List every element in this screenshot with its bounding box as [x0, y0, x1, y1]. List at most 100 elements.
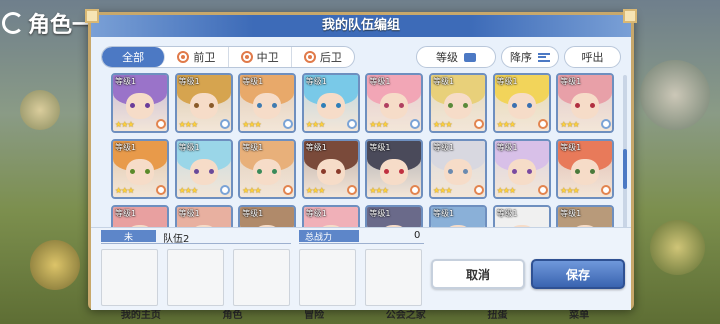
card-stars: ★★★ — [305, 120, 325, 129]
portrait-eyes — [511, 103, 532, 108]
team-slot-5[interactable] — [365, 249, 422, 306]
card-level: 等级1 — [242, 209, 264, 218]
character-card[interactable]: 等级1 ★★★ — [492, 139, 551, 199]
dialog-title: 我的队伍编组 — [91, 15, 631, 37]
portrait-eyes — [384, 103, 405, 108]
filter-toolbar: 全部 前卫 中卫 后卫 等级 降序 呼出 — [101, 46, 621, 68]
card-stars: ★★★ — [560, 120, 579, 129]
role-icon — [537, 185, 548, 195]
role-icon — [473, 185, 484, 195]
sort-field-button[interactable]: 等级 — [416, 46, 496, 68]
card-stars: ★★★ — [115, 186, 134, 195]
card-level: 等级1 — [496, 209, 518, 218]
swirl-icon — [2, 12, 24, 34]
character-card[interactable]: 等级1 ★★★ — [238, 139, 297, 199]
card-level: 等级1 — [496, 77, 518, 86]
middle-role-icon — [240, 51, 253, 63]
card-level: 等级1 — [305, 143, 327, 152]
card-level: 等级1 — [242, 77, 264, 86]
sort-field-icon — [464, 52, 476, 62]
card-stars: ★★★ — [496, 120, 516, 129]
portrait-eyes — [130, 169, 150, 174]
card-level: 等级1 — [560, 77, 582, 86]
character-card[interactable]: 等级1 ★★★ — [111, 73, 169, 133]
card-stars: ★★★ — [242, 186, 261, 195]
role-icon — [219, 119, 230, 129]
character-card[interactable]: 等级1 ★★★ — [301, 73, 360, 133]
card-level: 等级1 — [178, 209, 200, 218]
card-level: 等级1 — [178, 77, 200, 86]
sort-order-button[interactable]: 降序 — [501, 46, 559, 68]
portrait-eyes — [193, 103, 214, 108]
game-scene: 角色一览 我的主页 角色 冒险 公会之家 扭蛋 菜单 我的队伍编组 全部 前卫 … — [0, 0, 720, 324]
power-label: 总战力 — [299, 230, 359, 243]
card-level: 等级1 — [369, 77, 391, 86]
character-card[interactable]: 等级1 ★★★ — [301, 139, 360, 199]
card-stars: ★★★ — [432, 120, 452, 129]
card-stars: ★★★ — [178, 120, 198, 129]
portrait-eyes — [575, 169, 596, 174]
character-card[interactable]: 等级1 ★★★ — [556, 73, 615, 133]
character-card[interactable]: 等级1 ★★★ — [111, 139, 169, 199]
character-card[interactable]: 等级1 ★★★ — [492, 73, 551, 133]
tab-back[interactable]: 后卫 — [292, 47, 354, 67]
card-stars: ★★★ — [115, 120, 134, 129]
background-decoration — [20, 90, 60, 130]
card-stars: ★★★ — [560, 186, 579, 195]
tab-all[interactable]: 全部 — [102, 47, 166, 67]
save-button[interactable]: 保存 — [531, 259, 625, 289]
portrait-eyes — [257, 169, 278, 174]
portrait-eyes — [447, 169, 468, 174]
role-icon — [346, 185, 357, 195]
character-card[interactable]: 等级1 ★★★ — [365, 73, 424, 133]
portrait-eyes — [257, 103, 278, 108]
role-icon — [537, 119, 548, 129]
card-level: 等级1 — [115, 143, 137, 152]
card-level: 等级1 — [560, 209, 582, 218]
character-grid: 等级1 ★★★ 等级1 ★★★ 等级1 ★★★ 等级1 ★★★ 等级1 ★★★ … — [101, 73, 625, 237]
card-stars: ★★★ — [369, 120, 388, 129]
card-level: 等级1 — [432, 209, 455, 218]
portrait-eyes — [320, 169, 341, 174]
team-slot-3[interactable] — [233, 249, 290, 306]
frame-corner-ornament — [85, 9, 99, 23]
card-level: 等级1 — [242, 143, 264, 152]
card-level: 等级1 — [305, 77, 327, 86]
role-icon — [156, 119, 166, 129]
character-card[interactable]: 等级1 ★★★ — [174, 73, 233, 133]
team-slot-2[interactable] — [167, 249, 224, 306]
background-decoration — [30, 240, 80, 290]
tab-middle[interactable]: 中卫 — [229, 47, 292, 67]
portrait-eyes — [384, 169, 405, 174]
card-level: 等级1 — [496, 143, 518, 152]
grid-scroll-thumb[interactable] — [623, 149, 627, 189]
character-card[interactable]: 等级1 ★★★ — [238, 73, 297, 133]
card-stars: ★★★ — [178, 186, 198, 195]
card-level: 等级1 — [369, 143, 391, 152]
call-out-button[interactable]: 呼出 — [564, 46, 621, 68]
tab-front[interactable]: 前卫 — [165, 47, 229, 67]
team-slot-4[interactable] — [299, 249, 356, 306]
card-stars: ★★★ — [432, 186, 452, 195]
cancel-button[interactable]: 取消 — [431, 259, 525, 289]
sort-order-icon — [538, 52, 550, 62]
team-status-tag: 未 — [101, 230, 156, 243]
background-decoration — [650, 220, 705, 275]
team-slot-1[interactable] — [101, 249, 158, 306]
character-card[interactable]: 等级1 ★★★ — [174, 139, 233, 199]
portrait-eyes — [130, 103, 150, 108]
position-filter-group: 全部 前卫 中卫 后卫 — [101, 46, 355, 68]
character-card[interactable]: 等级1 ★★★ — [556, 139, 615, 199]
character-card[interactable]: 等级1 ★★★ — [428, 139, 487, 199]
card-level: 等级1 — [432, 143, 455, 152]
card-stars: ★★★ — [496, 186, 516, 195]
role-icon — [156, 185, 166, 195]
card-level: 等级1 — [432, 77, 455, 86]
card-level: 等级1 — [560, 143, 582, 152]
card-level: 等级1 — [115, 209, 137, 218]
character-card[interactable]: 等级1 ★★★ — [428, 73, 487, 133]
card-level: 等级1 — [305, 209, 327, 218]
team-edit-dialog: 我的队伍编组 全部 前卫 中卫 后卫 等级 降序 呼出 等级1 ★★★ 等级1 … — [85, 9, 637, 310]
character-card[interactable]: 等级1 ★★★ — [365, 139, 424, 199]
card-stars: ★★★ — [305, 186, 325, 195]
